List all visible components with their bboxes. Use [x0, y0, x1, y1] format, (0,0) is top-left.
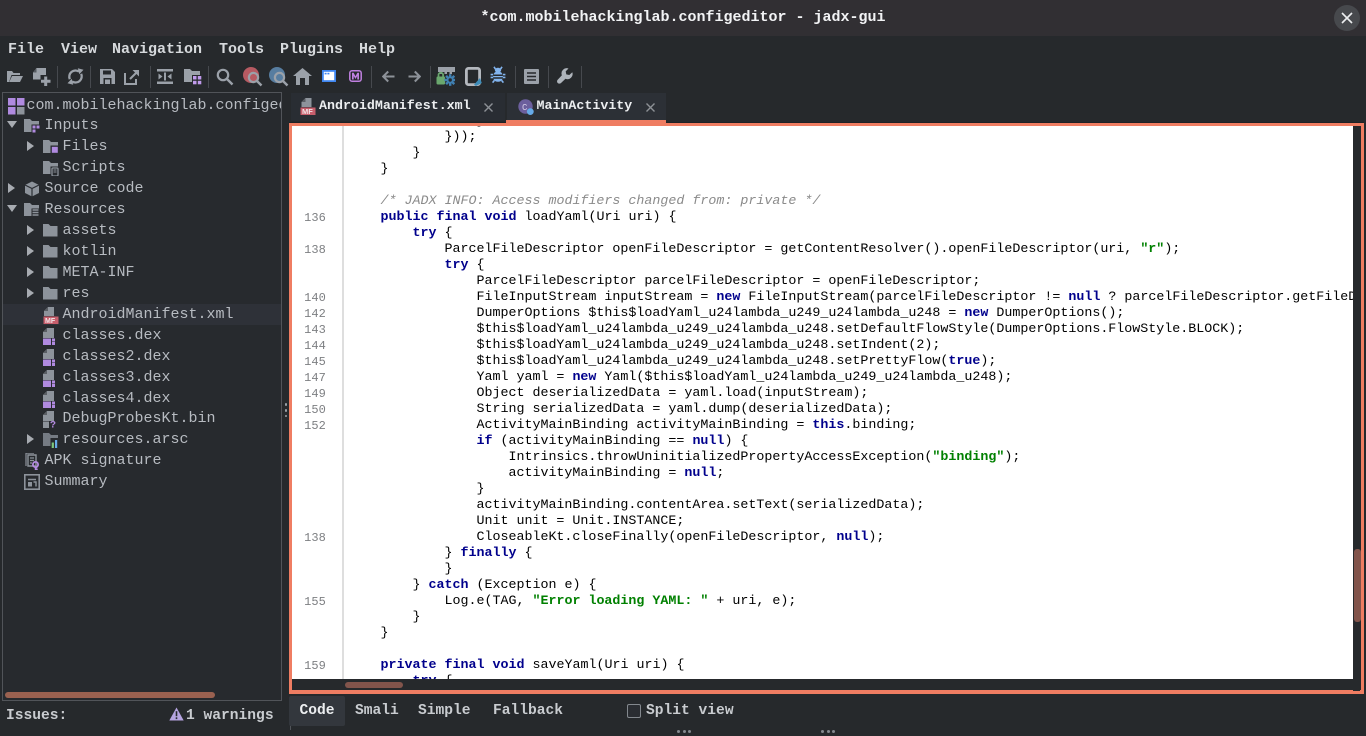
svg-text:MF: MF: [302, 107, 313, 115]
svg-text:MF: MF: [45, 318, 56, 324]
svg-text:?: ?: [50, 421, 56, 429]
